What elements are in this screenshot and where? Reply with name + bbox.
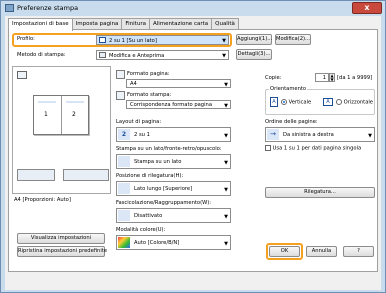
title-bar: Preferenze stampa x: [1, 1, 385, 15]
printer-view-icon[interactable]: [63, 169, 109, 181]
window-title: Preferenze stampa: [17, 4, 79, 12]
edit-preview-icon: [99, 52, 106, 58]
preview-divider: [61, 96, 62, 134]
chevron-down-icon: ▼: [224, 81, 228, 88]
copies-value: 1: [322, 75, 326, 81]
color-mode-icon: [118, 237, 130, 248]
profile-value: 2 su 1 [Su un lato]: [109, 37, 157, 44]
profile-select[interactable]: 2 su 1 [Su un lato] ▼: [96, 35, 229, 45]
page-order-label: Ordine delle pagine:: [265, 119, 318, 125]
single-page-checkbox[interactable]: [265, 145, 271, 151]
page-size-select[interactable]: A4 ▼: [126, 79, 231, 88]
binding-value: Lato lungo [Superiore]: [134, 186, 193, 192]
preview-page-2: 2: [72, 111, 76, 118]
color-mode-select[interactable]: Auto [Colore/B/N] ▼: [116, 235, 231, 250]
add-profile-button[interactable]: Aggiungi(1)...: [236, 34, 272, 45]
layout-value: 2 su 1: [134, 132, 150, 138]
preview-line: [38, 101, 56, 103]
printer-icon: [5, 4, 14, 12]
one-sided-icon: [118, 156, 130, 167]
chevron-down-icon: ▼: [222, 53, 226, 59]
cancel-button[interactable]: Annulla: [306, 246, 337, 257]
landscape-radio[interactable]: [336, 99, 342, 105]
close-button[interactable]: x: [352, 2, 382, 14]
restore-defaults-button[interactable]: Ripristina impostazioni predefinite: [17, 246, 107, 257]
chevron-down-icon: ▼: [224, 132, 228, 139]
finishing-select[interactable]: Disattivato ▼: [116, 208, 231, 223]
portrait-icon: A: [270, 97, 278, 107]
color-mode-label: Modalità colore(U):: [116, 227, 166, 233]
copies-input[interactable]: 1: [315, 73, 329, 82]
output-size-value: Corrispondenza formato pagina: [130, 102, 212, 108]
portrait-label: Verticale: [288, 99, 312, 106]
page-size-icon: [116, 70, 125, 79]
duplex-select[interactable]: Stampa su un lato ▼: [116, 154, 231, 169]
preview-mode-icon[interactable]: [17, 71, 27, 79]
page-order-select[interactable]: → Da sinistra a destra ▼: [265, 127, 375, 142]
chevron-down-icon: ▼: [224, 213, 228, 220]
preview-page-1: 1: [44, 111, 48, 118]
details-button[interactable]: Dettagli(3)...: [236, 49, 272, 60]
chevron-down-icon: ▼: [222, 38, 226, 44]
output-method-value: Modifica e Anteprima: [109, 52, 165, 59]
landscape-label: Orizzontale: [343, 99, 374, 106]
output-size-label: Formato stampa:: [127, 92, 172, 98]
output-method-label: Metodo di stampa:: [17, 52, 66, 58]
basic-settings-panel: Profilo: 2 su 1 [Su un lato] ▼ Aggiungi(…: [8, 29, 378, 272]
chevron-down-icon: ▼: [224, 186, 228, 193]
color-mode-value: Auto [Colore/B/N]: [134, 240, 180, 246]
collate-icon: [118, 210, 130, 221]
preview-line: [66, 101, 84, 103]
copies-spinner[interactable]: ▲ ▼: [329, 73, 335, 82]
page-size-label: Formato pagina:: [127, 71, 170, 77]
preview-sheet: 1 2: [33, 95, 89, 135]
page-size-value: A4: [130, 81, 137, 87]
chevron-down-icon: ▼: [224, 102, 228, 109]
edit-profile-button[interactable]: Modifica(2)...: [275, 34, 311, 45]
portrait-option[interactable]: Verticale: [281, 99, 311, 106]
layout-icon: 2: [118, 129, 130, 140]
copies-range: [da 1 a 9999]: [337, 75, 373, 81]
duplex-value: Stampa su un lato: [134, 159, 182, 165]
portrait-radio[interactable]: [281, 99, 287, 105]
long-edge-icon: [118, 183, 130, 194]
landscape-icon: A: [323, 98, 333, 106]
arrow-right-icon: →: [267, 129, 279, 140]
output-size-select[interactable]: Corrispondenza formato pagina ▼: [126, 100, 231, 109]
single-page-label: Usa 1 su 1 per dati pagina singola: [272, 145, 362, 152]
binding-label: Posizione di rilegatura(H):: [116, 173, 184, 179]
paper-view-icon[interactable]: [17, 169, 55, 181]
help-button[interactable]: ?: [343, 246, 374, 257]
gutter-button[interactable]: Rilegatura...: [265, 187, 375, 198]
tab-basic-settings[interactable]: Impostazioni di base: [8, 18, 73, 31]
chevron-down-icon: ▼: [368, 132, 372, 139]
layout-2up-icon: [99, 37, 106, 43]
output-method-select[interactable]: Modifica e Anteprima ▼: [96, 50, 229, 60]
duplex-label: Stampa su un lato/fronte-retro/opuscolo:: [116, 146, 222, 152]
binding-select[interactable]: Lato lungo [Superiore] ▼: [116, 181, 231, 196]
single-page-option[interactable]: Usa 1 su 1 per dati pagina singola: [265, 145, 361, 152]
preview-caption: A4 [Proporzioni: Auto]: [14, 197, 71, 203]
layout-select[interactable]: 2 2 su 1 ▼: [116, 127, 231, 142]
layout-label: Layout di pagina:: [116, 119, 162, 125]
printer-preferences-window: Preferenze stampa x Impostazioni di base…: [0, 0, 386, 293]
finishing-label: Fascicolazione/Raggruppamento(W):: [116, 200, 211, 206]
view-settings-button[interactable]: Visualizza impostazioni: [17, 233, 105, 244]
landscape-option[interactable]: Orizzontale: [336, 99, 373, 106]
dialog-client: Impostazioni di base Imposta pagina Fini…: [5, 16, 381, 290]
page-order-value: Da sinistra a destra: [283, 132, 334, 138]
preview-area: 1 2: [12, 66, 111, 194]
orientation-label: Orientamento: [269, 86, 308, 92]
output-size-icon: [116, 91, 125, 100]
ok-button[interactable]: OK: [269, 246, 300, 257]
finishing-value: Disattivato: [134, 213, 163, 219]
profile-label: Profilo:: [17, 36, 35, 42]
chevron-down-icon: ▼: [224, 159, 228, 166]
copies-label: Copie:: [265, 75, 282, 81]
chevron-down-icon: ▼: [224, 240, 228, 247]
